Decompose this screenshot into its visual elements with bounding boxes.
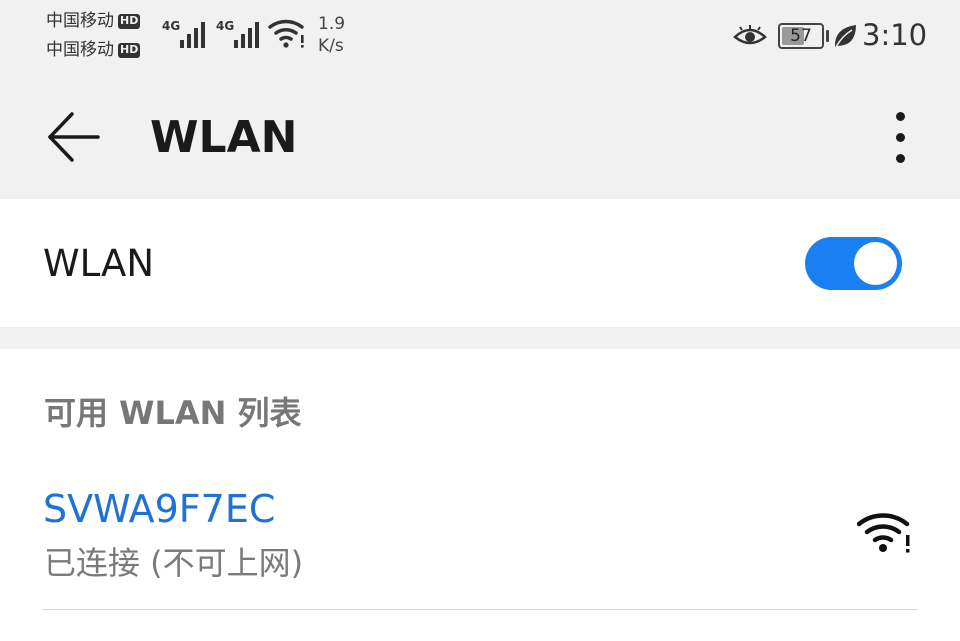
battery-level: 57 <box>790 26 812 46</box>
signal-icon-2: 4G <box>216 19 259 48</box>
page-title: WLAN <box>150 112 298 163</box>
signal-icon: 4G <box>162 19 205 48</box>
status-bar: 中国移动 HD 中国移动 HD 4G 4G 1.9 K/s 57 3:10 <box>0 0 960 72</box>
section-header: 可用 WLAN 列表 <box>44 394 302 432</box>
wifi-no-internet-icon <box>268 19 304 48</box>
hd-badge-2: HD <box>118 42 141 58</box>
hd-badge: HD <box>118 13 141 29</box>
wlan-toggle-label: WLAN <box>43 242 155 285</box>
carrier-1-label: 中国移动 <box>46 11 114 31</box>
network-speed: 1.9 K/s <box>318 13 345 57</box>
wlan-switch[interactable] <box>805 237 902 290</box>
clock: 3:10 <box>862 18 928 52</box>
switch-knob <box>854 242 897 285</box>
carrier-1: 中国移动 HD <box>46 11 141 31</box>
carrier-2-label: 中国移动 <box>46 40 114 60</box>
network-ssid: SVWA9F7EC <box>43 487 276 531</box>
network-type-label: 4G <box>162 19 180 33</box>
battery-tip <box>826 30 829 42</box>
network-status: 已连接 (不可上网) <box>44 544 304 582</box>
power-saving-leaf-icon <box>834 25 856 48</box>
carrier-2: 中国移动 HD <box>46 40 141 60</box>
more-dot <box>896 154 905 163</box>
app-bar: WLAN <box>0 72 960 199</box>
eye-comfort-icon <box>733 25 767 45</box>
available-networks-section: 可用 WLAN 列表 SVWA9F7EC 已连接 (不可上网) <box>0 349 960 641</box>
wlan-toggle-row[interactable]: WLAN <box>0 199 960 327</box>
speed-value: 1.9 <box>318 14 346 34</box>
row-divider <box>42 609 918 610</box>
more-dot <box>896 112 905 121</box>
more-dot <box>896 133 905 142</box>
speed-unit: K/s <box>318 36 344 56</box>
battery-icon: 57 <box>778 23 824 49</box>
more-vertical-icon[interactable] <box>886 108 918 168</box>
network-item[interactable]: SVWA9F7EC 已连接 (不可上网) <box>0 475 960 611</box>
network-type-label-2: 4G <box>216 19 234 33</box>
back-arrow-icon[interactable] <box>44 110 104 164</box>
wifi-no-internet-icon <box>857 513 910 553</box>
